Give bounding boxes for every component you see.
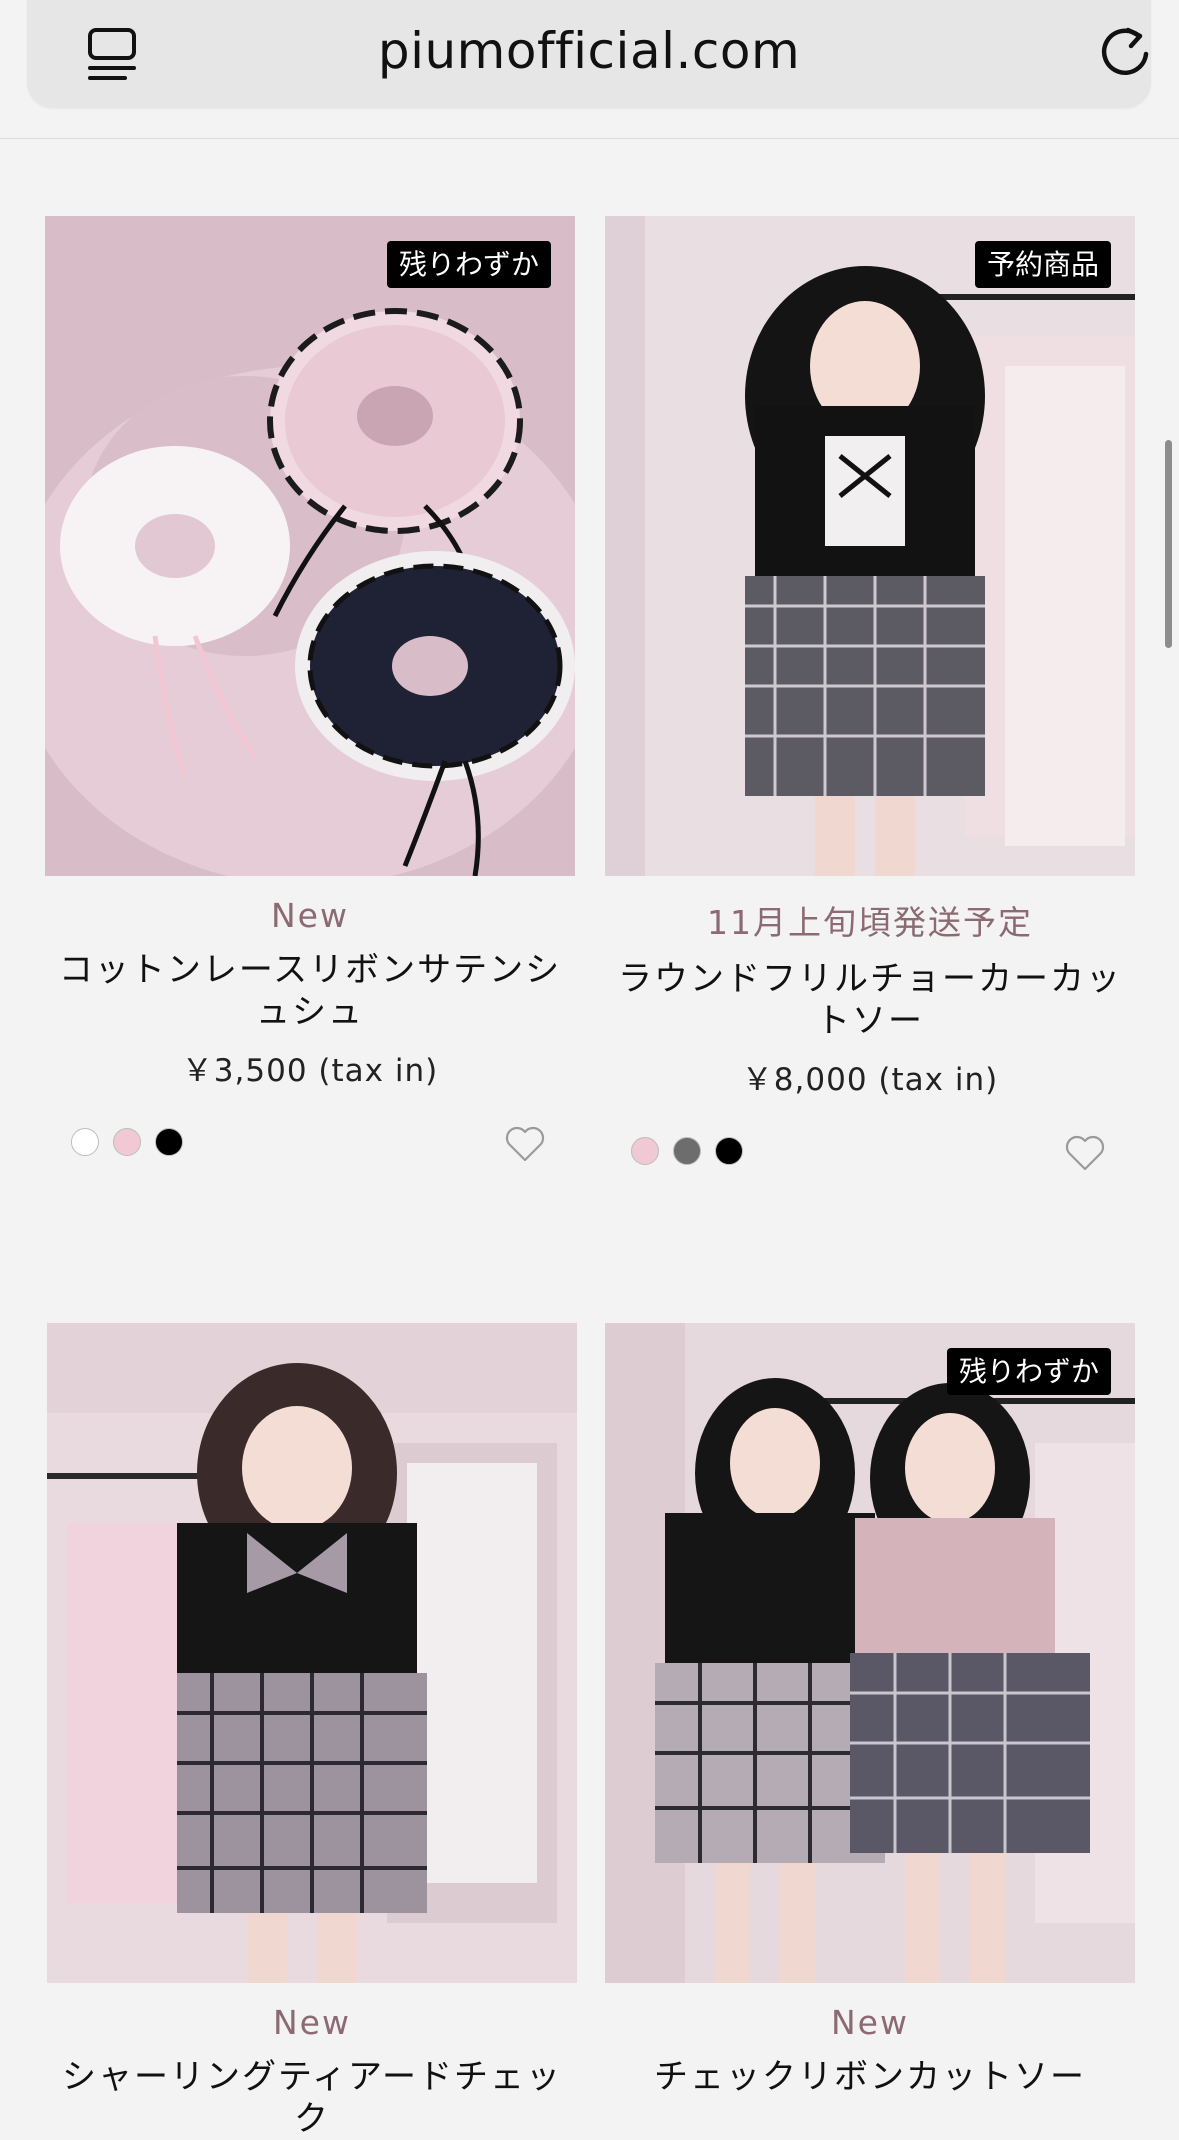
color-swatches (605, 1127, 1135, 1187)
product-card[interactable]: New シャーリングティアードチェック (47, 1323, 577, 2140)
reload-icon[interactable] (1095, 22, 1155, 82)
product-status: 11月上旬頃発送予定 (707, 903, 1033, 942)
color-swatch-white[interactable] (71, 1128, 99, 1156)
color-swatch-black[interactable] (155, 1128, 183, 1156)
product-status: New (831, 2003, 909, 2042)
page-scrollbar[interactable] (1165, 440, 1172, 648)
product-name[interactable]: ラウンドフリルチョーカーカットソー (605, 958, 1135, 1042)
product-photo[interactable] (47, 1323, 577, 1983)
preorder-badge: 予約商品 (974, 241, 1111, 288)
stock-badge: 残りわずか (386, 241, 551, 288)
url-text[interactable]: piumofficial.com (27, 22, 1151, 80)
model-photo (47, 1323, 577, 1983)
product-status: New (271, 896, 349, 935)
product-card[interactable]: 残りわずか New チェックリボンカットソー (605, 1323, 1135, 2098)
product-photo[interactable]: 残りわずか (45, 216, 575, 876)
product-photo[interactable]: 予約商品 (605, 216, 1135, 876)
color-swatches (45, 1118, 575, 1178)
product-price: ￥3,500 (tax in) (181, 1053, 439, 1089)
stock-badge: 残りわずか (946, 1348, 1111, 1395)
product-name[interactable]: コットンレースリボンサテンシュシュ (45, 949, 575, 1033)
color-swatch-black[interactable] (715, 1137, 743, 1165)
heart-outline-icon[interactable] (1063, 1133, 1107, 1173)
color-swatch-gray[interactable] (673, 1137, 701, 1165)
product-status: New (273, 2003, 351, 2042)
scrunchie-photo (45, 216, 575, 876)
product-card[interactable]: 予約商品 11月上旬頃発送予定 ラウンドフリルチョーカーカットソー ￥8,000… (605, 216, 1135, 1187)
models-photo (605, 1323, 1135, 1983)
color-swatch-pink[interactable] (631, 1137, 659, 1165)
address-bar[interactable]: piumofficial.com (27, 0, 1151, 108)
color-swatch-pink[interactable] (113, 1128, 141, 1156)
model-photo (605, 216, 1135, 876)
product-photo[interactable]: 残りわずか (605, 1323, 1135, 1983)
product-price: ￥8,000 (tax in) (741, 1062, 999, 1098)
heart-outline-icon[interactable] (503, 1124, 547, 1164)
product-card[interactable]: 残りわずか New コットンレースリボンサテンシュシュ ￥3,500 (tax … (45, 216, 575, 1178)
browser-toolbar: piumofficial.com (0, 0, 1179, 139)
product-name[interactable]: チェックリボンカットソー (605, 2056, 1135, 2098)
product-name[interactable]: シャーリングティアードチェック (47, 2056, 577, 2140)
